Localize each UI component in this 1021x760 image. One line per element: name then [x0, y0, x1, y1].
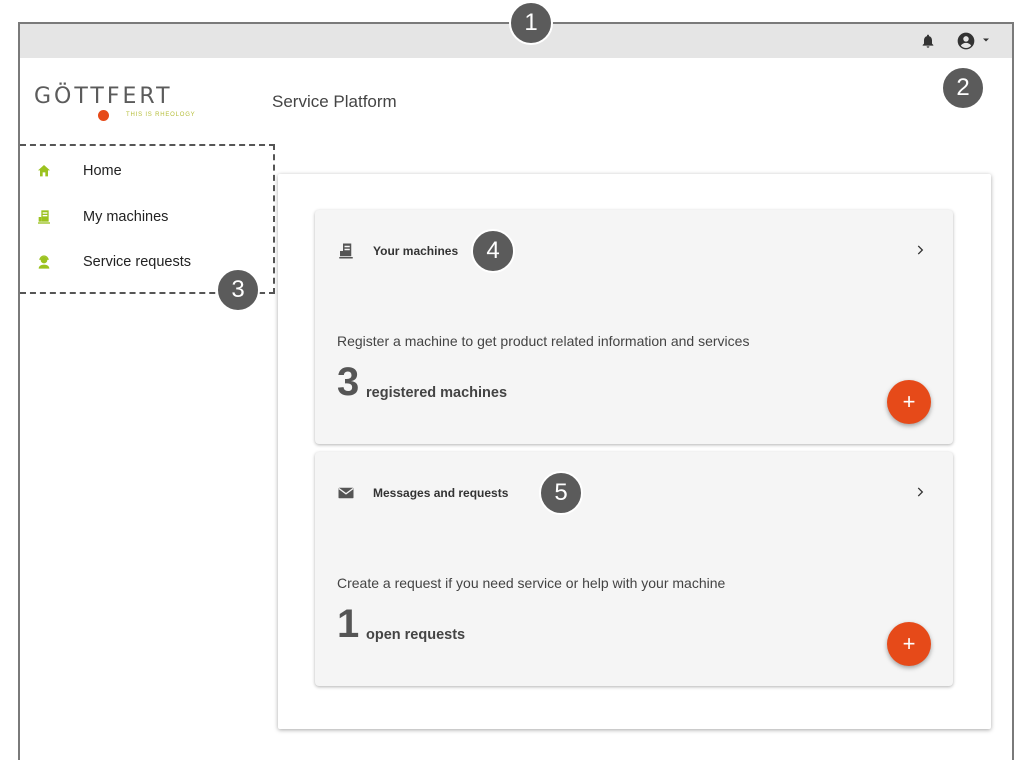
sidebar-item-label: Service requests: [83, 254, 191, 270]
add-request-button[interactable]: +: [887, 622, 931, 666]
home-icon: [38, 165, 50, 177]
page-title: Service Platform: [272, 92, 397, 111]
card-title: Your machines: [373, 244, 459, 258]
your-machines-card[interactable]: Your machines Register a machine to get …: [315, 210, 953, 444]
caret-down-icon[interactable]: [980, 34, 992, 46]
sidebar-item-my-machines[interactable]: My machines: [20, 202, 270, 232]
account-circle-icon[interactable]: [956, 31, 976, 51]
chevron-right-icon[interactable]: [913, 243, 927, 257]
machine-count: 3: [337, 360, 360, 404]
card-description: Register a machine to get product relate…: [337, 333, 750, 349]
dashboard-panel: Your machines Register a machine to get …: [278, 174, 991, 729]
card-description: Create a request if you need service or …: [337, 575, 726, 591]
bell-icon[interactable]: [920, 33, 936, 49]
logo-dot: [98, 110, 109, 121]
app-frame: GÖTTFERT THIS IS RHEOLOGY Service Platfo…: [18, 22, 1014, 760]
machine-icon: [339, 243, 353, 259]
chevron-right-icon[interactable]: [913, 485, 927, 499]
callout-marker: 2: [941, 66, 985, 110]
callout-marker: 1: [509, 1, 553, 45]
add-machine-button[interactable]: +: [887, 380, 931, 424]
callout-marker: 3: [216, 268, 260, 312]
goettfert-logo: GÖTTFERT THIS IS RHEOLOGY: [34, 84, 224, 121]
messages-requests-card[interactable]: Messages and requests Create a request i…: [315, 452, 953, 686]
callout-marker: 4: [471, 229, 515, 273]
count-label: open requests: [366, 627, 466, 643]
logo-wordmark: GÖTTFERT: [34, 84, 173, 109]
sidebar-item-label: Home: [83, 163, 122, 179]
card-title: Messages and requests: [373, 486, 509, 500]
logo-tagline: THIS IS RHEOLOGY: [126, 112, 196, 118]
sidebar-item-home[interactable]: Home: [20, 156, 270, 186]
envelope-icon: [338, 487, 354, 499]
count-label: registered machines: [366, 385, 508, 401]
machine-icon: [38, 210, 50, 224]
support-agent-icon: [38, 255, 50, 269]
request-count: 1: [337, 602, 360, 646]
sidebar-item-label: My machines: [83, 209, 169, 225]
callout-marker: 5: [539, 471, 583, 515]
